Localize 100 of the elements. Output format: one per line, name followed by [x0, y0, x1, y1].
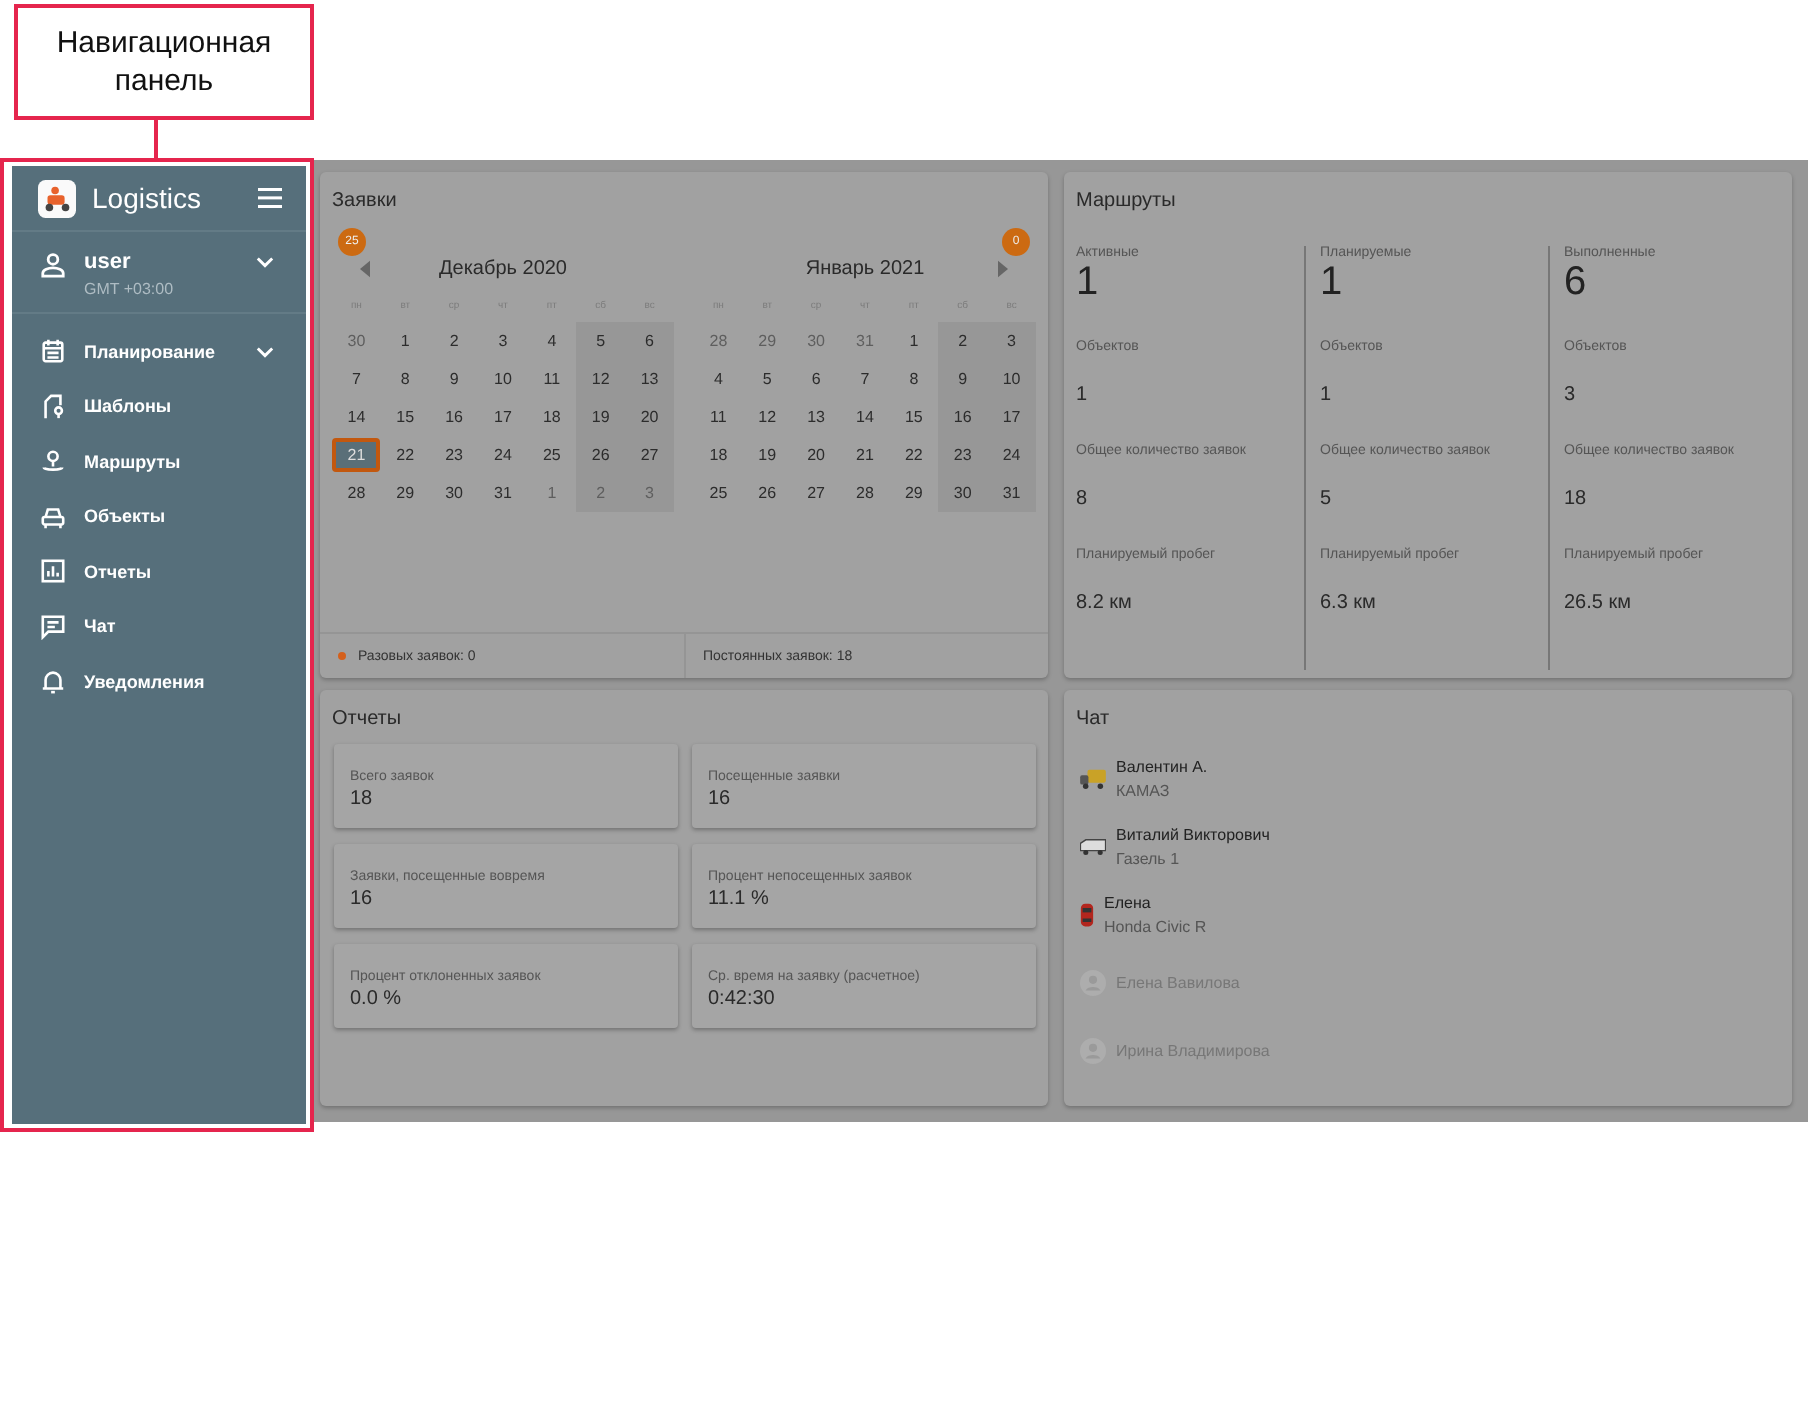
stat-value: 1 [1076, 262, 1099, 302]
chat-contact[interactable]: Виталий Викторович Газель 1 [1080, 812, 1270, 880]
card-title: Чат [1074, 706, 1110, 730]
stat-value: 1 [1076, 384, 1088, 406]
nav-item[interactable]: Маршруты [12, 434, 306, 489]
chevron-icon[interactable] [256, 256, 274, 268]
calendar-day[interactable]: 15 [899, 404, 928, 430]
card-title: Заявки [330, 188, 397, 212]
chat-icon [40, 613, 66, 640]
stat-value: 26.5 км [1564, 592, 1631, 614]
stat-value: 6 [1564, 262, 1587, 302]
bell-icon [40, 668, 66, 695]
document-pin-icon [40, 393, 66, 420]
chat-contact[interactable]: Елена Honda Civic R [1080, 880, 1207, 948]
calendar-day[interactable]: 28 [850, 480, 879, 506]
calendar-icon [40, 338, 66, 365]
nav-item[interactable]: Чат [12, 599, 306, 654]
vehicle-name: Honda Civic R [1104, 917, 1207, 935]
user-icon [40, 252, 66, 278]
calendar-day[interactable]: 5 [753, 366, 782, 392]
report-value: 16 [350, 888, 373, 910]
calendar-day[interactable]: 3 [488, 328, 517, 354]
stat-value: 5 [1320, 488, 1332, 510]
vehicle-name: КАМАЗ [1116, 781, 1170, 799]
report-value: 16 [708, 788, 731, 810]
stat-value: 8 [1076, 488, 1088, 510]
stat-value: 1 [1320, 384, 1332, 406]
nav-item[interactable]: Планирование [12, 324, 306, 379]
calendar-day[interactable]: 28 [342, 480, 371, 506]
stat-value: 18 [1564, 488, 1587, 510]
calendar-day[interactable]: 24 [488, 442, 517, 468]
calendar-day[interactable]: 10 [488, 366, 517, 392]
report-value: 0.0 % [350, 988, 402, 1010]
calendar-day[interactable]: 8 [899, 366, 928, 392]
calendar-day[interactable]: 25 [537, 442, 566, 468]
calendar-day[interactable]: 29 [899, 480, 928, 506]
month-title: Декабрь 2020 [438, 257, 567, 279]
scooter-logo-icon [38, 179, 76, 217]
stat-value: 8.2 км [1076, 592, 1132, 614]
chevron-icon[interactable] [256, 345, 274, 358]
vehicle-name: Газель 1 [1116, 849, 1180, 867]
calendar-day[interactable]: 30 [440, 480, 469, 506]
report-value: 18 [350, 788, 373, 810]
calendar-day[interactable]: 6 [802, 366, 831, 392]
nav-item[interactable]: Уведомления [12, 654, 306, 709]
calendar-day[interactable]: 1 [391, 328, 420, 354]
stat-value: 3 [1564, 384, 1576, 406]
calendar-day[interactable]: 21 [332, 438, 381, 472]
calendar-day[interactable]: 12 [753, 404, 782, 430]
calendar-day[interactable]: 11 [704, 404, 733, 430]
calendar-day[interactable]: 29 [391, 480, 420, 506]
calendar-day[interactable]: 9 [440, 366, 469, 392]
calendar-day[interactable]: 13 [802, 404, 831, 430]
calendar-day[interactable]: 20 [802, 442, 831, 468]
calendar-day[interactable]: 2 [440, 328, 469, 354]
callout-label: Навигационная панель [14, 4, 314, 120]
nav-item[interactable]: Отчеты [12, 544, 306, 599]
calendar-day[interactable]: 21 [850, 442, 879, 468]
contact-name: Виталий Викторович [1116, 825, 1270, 843]
contact-name: Елена [1104, 893, 1151, 911]
menu-icon[interactable] [258, 188, 282, 208]
calendar-day[interactable]: 17 [488, 404, 517, 430]
contact-name: Валентин А. [1116, 757, 1208, 775]
calendar-day[interactable]: 15 [391, 404, 420, 430]
chat-contact[interactable]: Валентин А. КАМАЗ [1080, 744, 1208, 812]
calendar-day[interactable]: 14 [342, 404, 371, 430]
user-name: user [84, 250, 133, 274]
calendar-day[interactable]: 4 [704, 366, 733, 392]
calendar-day[interactable]: 7 [342, 366, 371, 392]
calendar-day[interactable]: 16 [440, 404, 469, 430]
calendar-day[interactable]: 18 [537, 404, 566, 430]
calendar-day[interactable]: 23 [440, 442, 469, 468]
calendar-day[interactable]: 8 [391, 366, 420, 392]
card-title: Отчеты [330, 706, 402, 730]
chart-icon [40, 558, 66, 585]
stat-value: 6.3 км [1320, 592, 1376, 614]
calendar-day[interactable]: 1 [899, 328, 928, 354]
calendar-day[interactable]: 4 [537, 328, 566, 354]
nav-item[interactable]: Объекты [12, 489, 306, 544]
calendar-day[interactable]: 31 [488, 480, 517, 506]
calendar-day[interactable]: 11 [537, 366, 566, 392]
calendar-day[interactable]: 27 [802, 480, 831, 506]
timezone-label: GMT +03:00 [84, 280, 176, 298]
van-icon [1080, 837, 1106, 855]
truck-icon [1080, 767, 1106, 789]
nav-item[interactable]: Шаблоны [12, 379, 306, 434]
calendar-day[interactable]: 22 [899, 442, 928, 468]
calendar-day[interactable]: 26 [753, 480, 782, 506]
calendar-day[interactable]: 18 [704, 442, 733, 468]
app-name: Logistics [92, 182, 203, 214]
calendar-day[interactable]: 25 [704, 480, 733, 506]
card-title: Маршруты [1074, 188, 1176, 212]
calendar-day[interactable]: 7 [850, 366, 879, 392]
car-icon [40, 503, 66, 530]
month-title: Январь 2021 [805, 257, 925, 279]
car-icon [1080, 901, 1094, 927]
calendar-day[interactable]: 19 [753, 442, 782, 468]
calendar-day[interactable]: 14 [850, 404, 879, 430]
calendar-day[interactable]: 22 [391, 442, 420, 468]
report-value: 11.1 % [708, 888, 769, 910]
